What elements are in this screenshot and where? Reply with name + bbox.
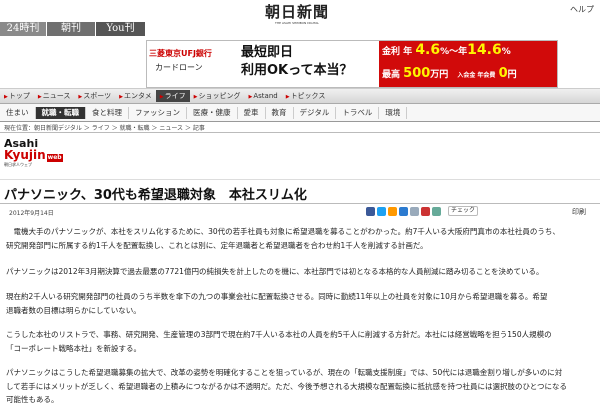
nav-topics[interactable]: ▶トピックス bbox=[282, 90, 330, 102]
ad-bank-name: 三菱東京UFJ銀行 bbox=[149, 49, 212, 58]
triangle-icon: ▶ bbox=[285, 94, 290, 100]
nav-news[interactable]: ▶ニュース bbox=[34, 90, 75, 102]
share-buttons: チェック bbox=[366, 206, 479, 216]
article-paragraph-5: パナソニックはこうした希望退職募集の拡大で、改革の姿勢を明確化することを狙ってい… bbox=[6, 368, 567, 404]
divider bbox=[0, 132, 600, 133]
divider bbox=[0, 203, 600, 204]
triangle-icon: ▶ bbox=[248, 94, 253, 100]
bookmark-icon[interactable] bbox=[388, 206, 397, 216]
article-date: 2012年9月14日 bbox=[9, 210, 54, 217]
print-button[interactable]: 印刷 bbox=[572, 207, 586, 217]
article-paragraph-2: パナソニックは2012年3月期決算で過去最悪の7721億円の純損失を計上したのを… bbox=[6, 267, 544, 276]
breadcrumb[interactable]: 現在位置：朝日新聞デジタル ＞ ライフ ＞ 就職・転職 ＞ ニュース ＞ 記事 bbox=[4, 123, 205, 132]
subnav-housing[interactable]: 住まい bbox=[0, 106, 36, 119]
article-paragraph-4: こうした本社のリストラで、事務、研究開発、生産管理の3部門で現在約7千人いる本社… bbox=[6, 330, 552, 353]
help-link[interactable]: ヘルプ bbox=[570, 4, 594, 15]
nav-entame[interactable]: ▶エンタメ bbox=[115, 90, 156, 102]
divider bbox=[0, 179, 600, 180]
subnav-environment[interactable]: 環境 bbox=[379, 106, 408, 119]
triangle-icon: ▶ bbox=[193, 94, 198, 100]
hatena-icon[interactable] bbox=[432, 206, 441, 216]
ad-rate: 金利 年 4.6%〜年14.6% bbox=[382, 42, 511, 58]
article-paragraph-3: 現在約2千人いる研究開発部門の社員のうち半数を傘下の九つの事業会社に配置転換させ… bbox=[6, 292, 548, 315]
edition-tab-you[interactable]: You刊 bbox=[96, 22, 145, 36]
subnav-food[interactable]: 食と料理 bbox=[86, 106, 129, 119]
check-button[interactable]: チェック bbox=[448, 206, 479, 216]
subnav-health[interactable]: 医療・健康 bbox=[187, 106, 238, 119]
triangle-icon: ▶ bbox=[37, 94, 42, 100]
masthead-subtitle: THE ASAHI SHIMBUN DIGITAL bbox=[275, 21, 319, 25]
nav-shopping[interactable]: ▶ショッピング bbox=[190, 90, 245, 102]
edition-tab-24[interactable]: 24時刊 bbox=[0, 22, 46, 36]
twitter-icon[interactable] bbox=[377, 206, 386, 216]
facebook-icon[interactable] bbox=[366, 206, 375, 216]
share-icon[interactable] bbox=[399, 206, 408, 216]
article-paragraph-1: 電機大手のパナソニックが、本社をスリム化するために、30代の若手社員も対象に希望… bbox=[6, 227, 560, 250]
mixi-icon[interactable] bbox=[410, 206, 419, 216]
nav-astand[interactable]: ▶Astand bbox=[244, 90, 281, 102]
primary-nav: ▶トップ ▶ニュース ▶スポーツ ▶エンタメ ▶ライフ ▶ショッピング ▶Ast… bbox=[0, 88, 600, 104]
triangle-icon: ▶ bbox=[119, 94, 123, 100]
ad-headline-1: 最短即日 bbox=[241, 45, 294, 60]
subnav-digital[interactable]: デジタル bbox=[294, 106, 337, 119]
subnav-travel[interactable]: トラベル bbox=[336, 106, 380, 119]
ad-headline-2: 利用OKって本当？ bbox=[241, 63, 353, 78]
subnav-education[interactable]: 教育 bbox=[266, 106, 294, 119]
secondary-nav: 住まい 就職・転職 食と料理 ファッション 医療・健康 愛車 教育 デジタル ト… bbox=[0, 104, 600, 122]
triangle-icon: ▶ bbox=[159, 94, 164, 100]
ad-banner[interactable]: 三菱東京UFJ銀行 カードローン 最短即日 利用OKって本当？ 金利 年 4.6… bbox=[146, 40, 558, 88]
nav-life[interactable]: ▶ライフ bbox=[155, 90, 190, 102]
ad-limit-fee: 最高 500万円 入会金 年会費 0円 bbox=[382, 66, 517, 81]
triangle-icon: ▶ bbox=[78, 94, 83, 100]
edition-tabs: 24時刊 朝刊 You刊 bbox=[0, 22, 145, 36]
masthead-title: 朝日新聞 bbox=[264, 3, 329, 21]
article-title: パナソニック、30代も希望退職対象 本社スリム化 bbox=[4, 188, 307, 203]
ad-rate-panel: 金利 年 4.6%〜年14.6% 最高 500万円 入会金 年会費 0円 bbox=[379, 41, 557, 87]
triangle-icon: ▶ bbox=[4, 94, 8, 100]
masthead-logo[interactable]: 朝日新聞 THE ASAHI SHIMBUN DIGITAL bbox=[262, 4, 332, 26]
logo-sub: 朝日求人ウェブ bbox=[4, 162, 32, 167]
nav-top[interactable]: ▶トップ bbox=[0, 90, 34, 102]
subnav-fashion[interactable]: ファッション bbox=[129, 106, 187, 119]
logo-badge: web bbox=[46, 154, 63, 162]
subnav-jobs[interactable]: 就職・転職 bbox=[35, 106, 86, 119]
asahi-kyujin-logo[interactable]: Asahi Kyujin web 朝日求人ウェブ bbox=[4, 138, 66, 178]
nav-sports[interactable]: ▶スポーツ bbox=[74, 90, 115, 102]
logo-line2: Kyujin web bbox=[4, 148, 63, 162]
subnav-car[interactable]: 愛車 bbox=[238, 106, 266, 119]
google-icon[interactable] bbox=[421, 206, 430, 216]
edition-tab-morning[interactable]: 朝刊 bbox=[47, 22, 95, 36]
ad-product: カードローン bbox=[155, 63, 203, 72]
